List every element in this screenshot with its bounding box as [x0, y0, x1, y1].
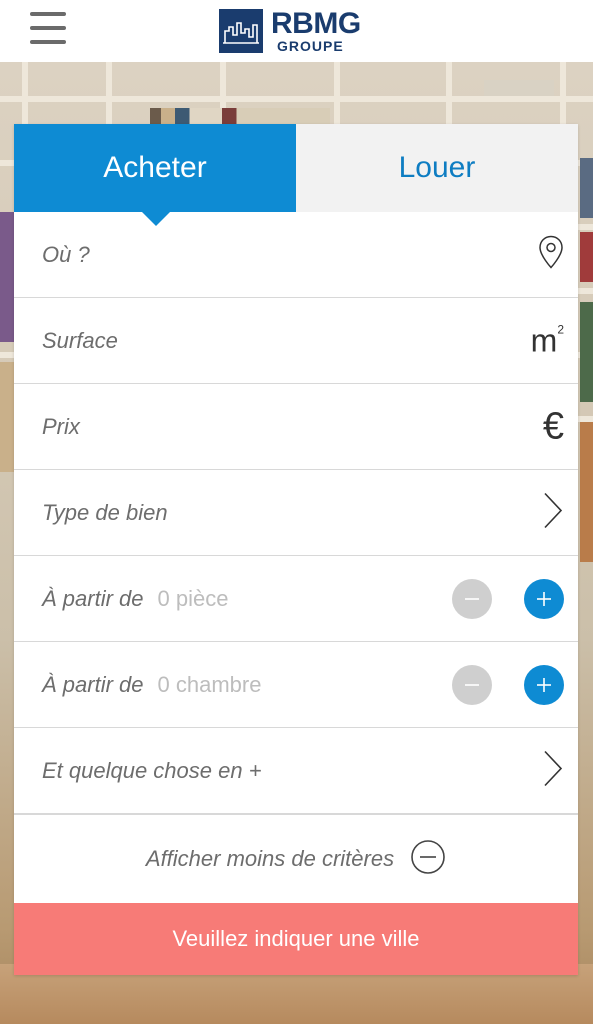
less-criteria-button[interactable]: Afficher moins de critères	[14, 814, 578, 903]
price-label: Prix	[42, 413, 80, 439]
tab-louer[interactable]: Louer	[296, 124, 578, 212]
tab-acheter[interactable]: Acheter	[14, 124, 296, 226]
minus-circle-icon	[410, 839, 446, 880]
surface-label: Surface	[42, 327, 118, 353]
bedrooms-increment-button[interactable]	[524, 664, 564, 705]
property-type-field[interactable]: Type de bien	[14, 470, 578, 556]
hamburger-menu-icon[interactable]	[30, 12, 66, 48]
building-logo-icon	[219, 9, 263, 53]
map-pin-icon	[538, 234, 564, 275]
extras-label: Et quelque chose en +	[42, 757, 262, 783]
rooms-stepper: À partir de 0 pièce	[14, 556, 578, 642]
chevron-right-icon	[542, 749, 564, 792]
location-field[interactable]: Où ?	[14, 212, 578, 298]
bedrooms-stepper: À partir de 0 chambre	[14, 642, 578, 728]
rooms-label: À partir de	[42, 585, 144, 611]
brand-subtitle: GROUPE	[277, 38, 344, 54]
surface-field[interactable]: Surface m2	[14, 298, 578, 384]
price-field[interactable]: Prix €	[14, 384, 578, 470]
surface-unit: m	[530, 322, 558, 358]
surface-unit-sup: 2	[557, 322, 564, 336]
square-meter-icon: m2	[531, 322, 564, 359]
bedrooms-label: À partir de	[42, 671, 144, 697]
euro-icon: €	[542, 405, 564, 447]
rooms-decrement-button[interactable]	[452, 578, 492, 619]
extras-field[interactable]: Et quelque chose en +	[14, 728, 578, 814]
rooms-increment-button[interactable]	[524, 578, 564, 619]
bedrooms-value: 0 chambre	[157, 671, 262, 697]
location-label: Où ?	[42, 241, 90, 267]
brand-title: RBMG	[271, 7, 361, 40]
app-header: RBMG GROUPE	[0, 0, 593, 62]
chevron-right-icon	[542, 491, 564, 534]
search-submit-button[interactable]: Veuillez indiquer une ville	[14, 903, 578, 975]
tab-bar: Acheter Louer	[14, 124, 578, 226]
brand-logo[interactable]: RBMG GROUPE	[219, 9, 361, 53]
property-type-label: Type de bien	[42, 499, 168, 525]
search-card: Acheter Louer Où ? Surface m2 Prix € Typ…	[14, 124, 578, 975]
bedrooms-decrement-button[interactable]	[452, 664, 492, 705]
less-criteria-label: Afficher moins de critères	[145, 846, 395, 871]
rooms-value: 0 pièce	[157, 585, 229, 611]
